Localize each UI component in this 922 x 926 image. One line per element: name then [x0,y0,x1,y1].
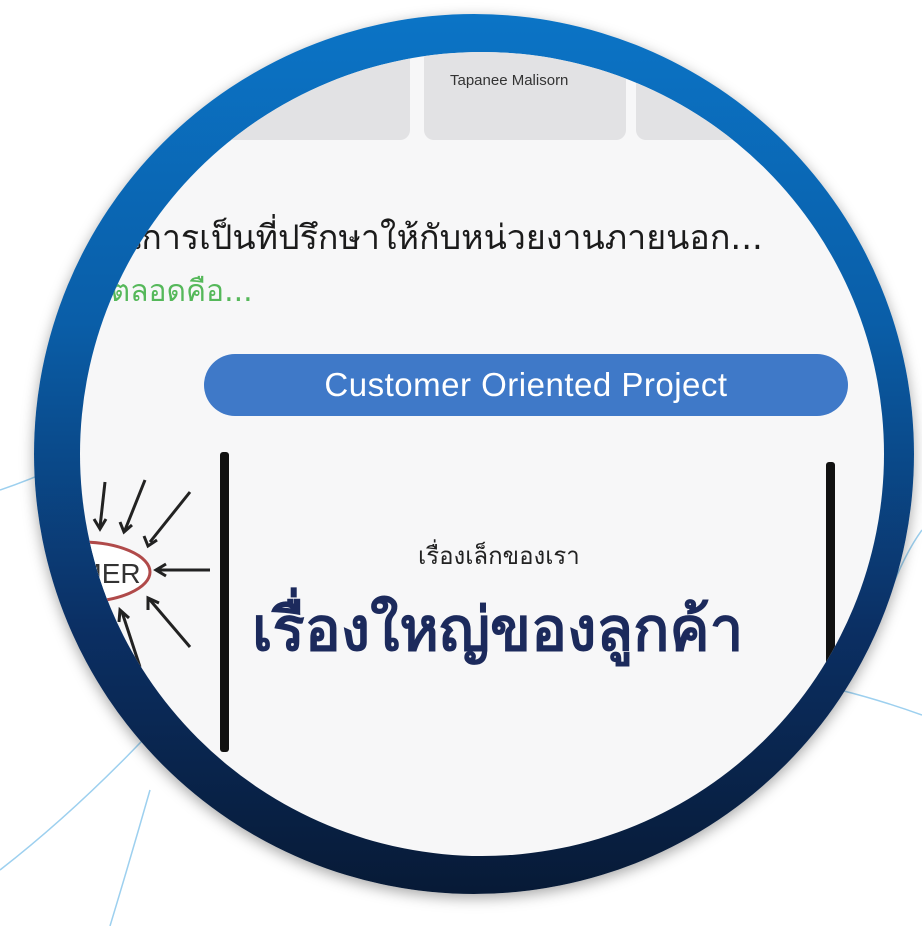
left-divider [220,452,229,752]
highlight-text-line: มาตลอดคือ... [80,274,253,309]
customer-arrows-diagram: TOMER [80,479,210,668]
slogan-large: เรื่องใหญ่ของลูกค้า [252,595,744,665]
body-text-line: นการเป็นที่ปรึกษาให้กับหน่วยงานภายนอก... [118,218,763,258]
person-avatar-icon [296,52,318,58]
profile-tile[interactable] [636,52,884,140]
profile-tile-named[interactable]: Tapanee Malisorn [424,52,626,140]
zoom-lens: Tapanee Malisorn นการเป็นที่ปรึกษาให้กับ… [80,52,884,856]
profile-tile[interactable] [80,52,410,140]
customer-oriented-banner: Customer Oriented Project [204,354,848,416]
diagram-word: TOMER [80,558,141,589]
slogan-small: เรื่องเล็กของเรา [418,542,580,570]
right-divider [826,462,835,690]
participant-name: Tapanee Malisorn [450,72,569,89]
